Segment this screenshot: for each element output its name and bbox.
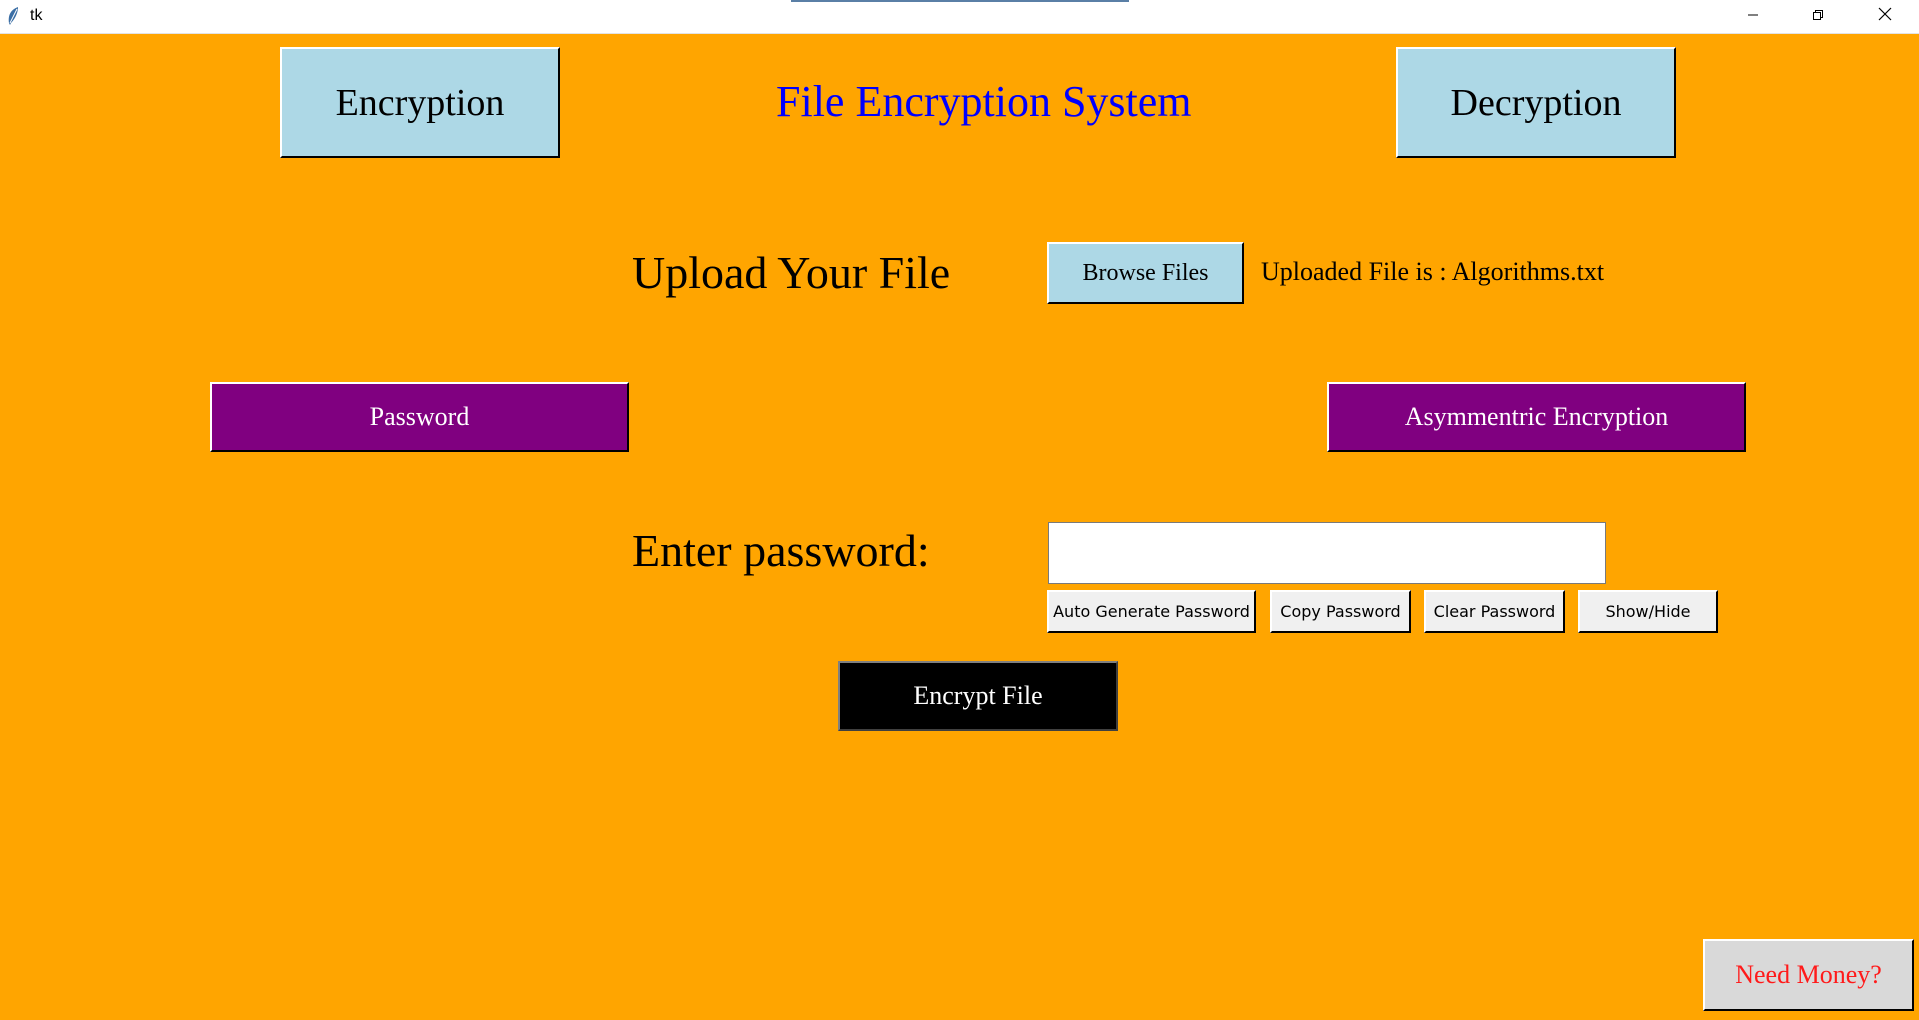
- decryption-button[interactable]: Decryption: [1396, 47, 1676, 158]
- show-hide-button[interactable]: Show/Hide: [1578, 590, 1718, 633]
- asymmetric-encryption-button[interactable]: Asymmentric Encryption: [1327, 382, 1746, 452]
- encryption-button[interactable]: Encryption: [280, 47, 560, 158]
- copy-password-button[interactable]: Copy Password: [1270, 590, 1411, 633]
- clear-password-button[interactable]: Clear Password: [1424, 590, 1565, 633]
- encrypt-file-button[interactable]: Encrypt File: [838, 661, 1118, 731]
- page-title: File Encryption System: [776, 77, 1192, 126]
- feather-icon: [6, 6, 20, 26]
- password-label: Enter password:: [632, 525, 930, 576]
- need-money-button[interactable]: Need Money?: [1703, 939, 1914, 1011]
- close-icon: [1878, 7, 1892, 26]
- uploaded-file-status: Uploaded File is : Algorithms.txt: [1261, 257, 1605, 286]
- close-button[interactable]: [1850, 0, 1919, 33]
- window-titlebar: tk: [0, 0, 1919, 34]
- password-input[interactable]: [1048, 522, 1606, 584]
- maximize-button[interactable]: [1785, 0, 1850, 33]
- window-title: tk: [30, 7, 43, 24]
- minimize-button[interactable]: [1720, 0, 1785, 33]
- titlebar-accent: [791, 0, 1129, 2]
- upload-heading: Upload Your File: [632, 247, 951, 298]
- password-mode-button[interactable]: Password: [210, 382, 629, 452]
- auto-generate-password-button[interactable]: Auto Generate Password: [1047, 590, 1256, 633]
- browse-files-button[interactable]: Browse Files: [1047, 242, 1244, 304]
- maximize-icon: [1812, 8, 1824, 26]
- minimize-icon: [1747, 8, 1759, 26]
